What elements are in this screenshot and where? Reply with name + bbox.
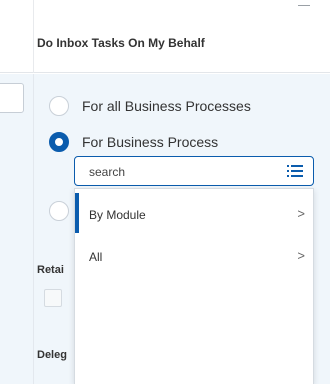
truncated-input[interactable] <box>0 83 24 113</box>
delegate-label: Deleg <box>37 349 67 361</box>
menu-item-label: All <box>89 250 103 264</box>
radio-hidden[interactable] <box>49 201 69 221</box>
chevron-right-icon: > <box>297 206 305 221</box>
divider <box>33 0 34 73</box>
dialog-header: Do Inbox Tasks On My Behalf <box>0 0 330 73</box>
selection-indicator <box>75 193 79 233</box>
radio-label-business-process: For Business Process <box>82 134 219 150</box>
menu-item-by-module[interactable]: By Module > <box>75 193 315 233</box>
chevron-right-icon: > <box>297 248 305 263</box>
list-icon[interactable] <box>287 165 303 177</box>
divider <box>33 74 34 384</box>
retain-checkbox[interactable] <box>44 289 62 307</box>
close-icon[interactable] <box>298 5 310 6</box>
dialog-title: Do Inbox Tasks On My Behalf <box>37 36 205 50</box>
radio-business-process[interactable] <box>49 132 69 152</box>
search-input[interactable]: search <box>74 156 314 186</box>
radio-label-all-processes: For all Business Processes <box>82 98 251 114</box>
menu-item-all[interactable]: All > <box>75 235 315 275</box>
dropdown-menu: By Module > All > <box>74 188 314 384</box>
radio-all-processes[interactable] <box>49 96 69 116</box>
menu-item-label: By Module <box>89 208 146 222</box>
search-placeholder: search <box>89 165 126 179</box>
retain-label: Retai <box>37 264 64 276</box>
